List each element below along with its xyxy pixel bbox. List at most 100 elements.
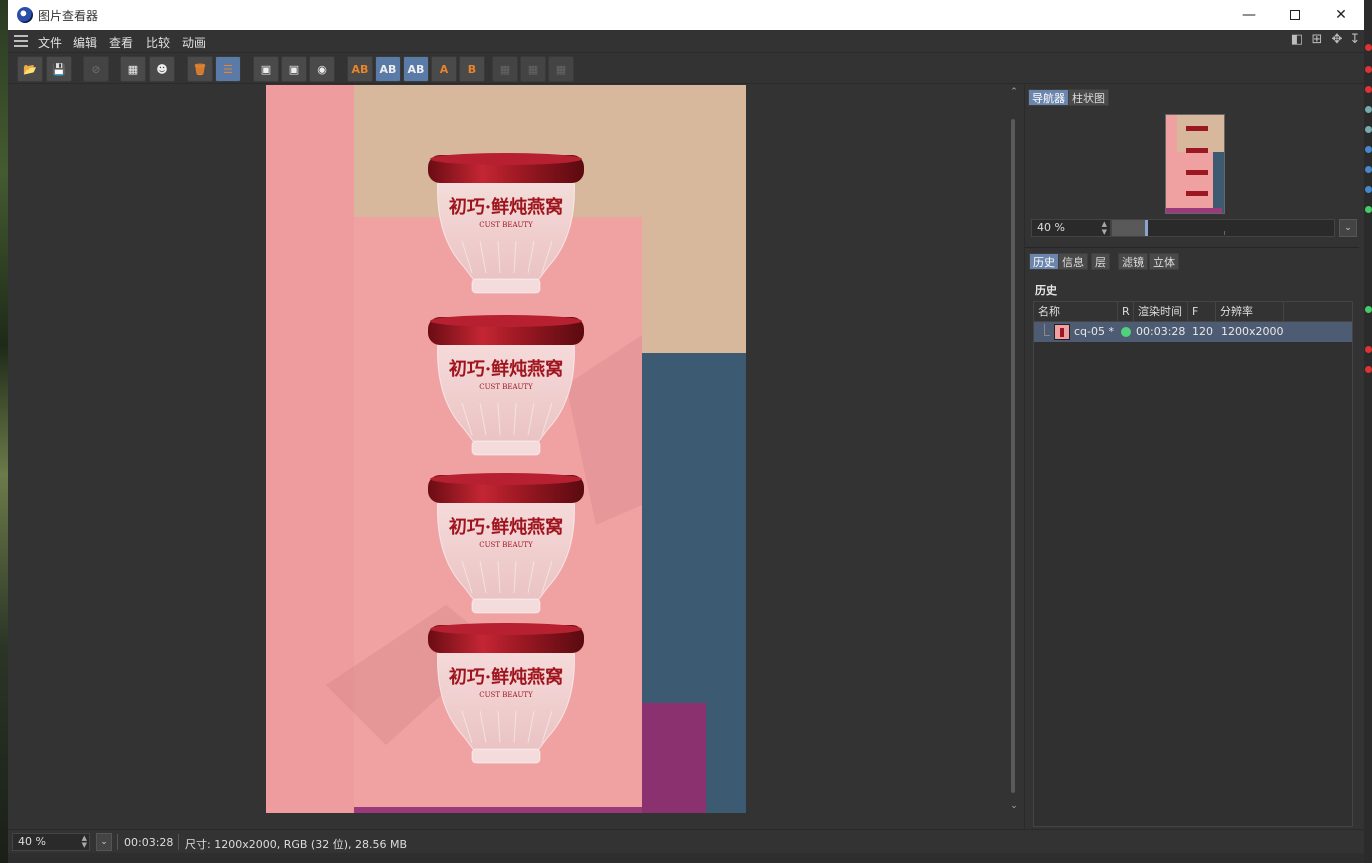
channels-button[interactable]: ◉ xyxy=(309,56,335,82)
jar-brand-text: 初巧·鲜炖燕窝 xyxy=(449,196,563,218)
rendered-image: 初巧·鲜炖燕窝 CUST BEAUTY 初巧·鲜炖燕窝 CUST BEAUTY 初巧·鲜… xyxy=(266,85,746,813)
new-window-icon[interactable]: ⊞ xyxy=(1310,33,1324,47)
app-logo-icon xyxy=(17,7,33,23)
set-b-icon: B xyxy=(467,62,477,76)
navigator-zoom-input[interactable]: 40 % ▲ ▼ xyxy=(1031,219,1111,237)
delete-history-button[interactable]: 🗑 xyxy=(187,56,213,82)
menu-view[interactable]: 查看 xyxy=(109,34,133,51)
navigator-zoom-slider[interactable] xyxy=(1111,219,1335,237)
column-header-name[interactable]: 名称 xyxy=(1034,302,1118,321)
vertical-scrollbar[interactable]: ⌃ ⌄ xyxy=(1008,85,1020,829)
zoom-slider-handle[interactable] xyxy=(1145,220,1148,236)
chevron-down-icon: ⌄ xyxy=(1344,223,1352,233)
grid-icon: ▦ xyxy=(499,62,511,76)
save-file-button[interactable]: 💾 xyxy=(46,56,72,82)
panel-layout-icon[interactable]: ◧ xyxy=(1290,33,1304,47)
table-row[interactable]: cq-05 * 00:03:28 120 1200x2000 xyxy=(1034,322,1352,342)
view-mode-1-button[interactable]: ▣ xyxy=(253,56,279,82)
column-header-frame[interactable]: F xyxy=(1188,302,1216,321)
desktop-background-bottom xyxy=(8,853,1364,863)
jar-base xyxy=(471,278,541,294)
tab-filters[interactable]: 滤镜 xyxy=(1118,253,1148,270)
side-panel: 导航器 柱状图 40 % ▲ ▼ ⌄ 历史 信息 层 滤镜 立体 历史 名称 R … xyxy=(1024,85,1359,829)
save-icon: 💾 xyxy=(52,62,66,76)
set-a-button[interactable]: A xyxy=(431,56,457,82)
spinner-icon[interactable]: ▲ ▼ xyxy=(1102,220,1107,236)
tab-layers[interactable]: 层 xyxy=(1091,253,1110,270)
eye-frame-icon: ▣ xyxy=(260,62,272,76)
hamburger-menu-icon[interactable] xyxy=(14,35,28,47)
scrollbar-thumb[interactable] xyxy=(1011,119,1015,793)
compare-ab-button[interactable]: AB xyxy=(347,56,373,82)
zoom-slider-tick xyxy=(1224,231,1225,235)
jar-brand-text: 初巧·鲜炖燕窝 xyxy=(449,666,563,688)
tab-navigator[interactable]: 导航器 xyxy=(1028,89,1069,106)
status-image-info: 尺寸: 1200x2000, RGB (32 位), 28.56 MB xyxy=(185,838,407,851)
minimize-button[interactable]: — xyxy=(1226,0,1272,30)
jar-base xyxy=(471,440,541,456)
column-header-resolution[interactable]: 分辨率 xyxy=(1216,302,1284,321)
jar-lid-top xyxy=(430,315,582,327)
spinner-icon[interactable]: ▲ ▼ xyxy=(82,835,87,849)
history-thumbnail xyxy=(1054,324,1070,340)
desktop-status-dot xyxy=(1365,186,1372,193)
column-header-render-time[interactable]: 渲染时间 xyxy=(1134,302,1188,321)
image-viewport[interactable]: 初巧·鲜炖燕窝 CUST BEAUTY 初巧·鲜炖燕窝 CUST BEAUTY 初巧·鲜… xyxy=(8,85,1008,829)
column-header-r[interactable]: R xyxy=(1118,302,1134,321)
menu-animation[interactable]: 动画 xyxy=(182,34,206,51)
menu-bar: 文件 编辑 查看 比较 动画 ◧ ⊞ ✥ ↧ xyxy=(8,30,1364,52)
scroll-down-icon[interactable]: ⌄ xyxy=(1008,801,1020,811)
menu-file[interactable]: 文件 xyxy=(38,34,62,51)
zoom-dropdown-button[interactable]: ⌄ xyxy=(1339,219,1357,237)
jar-sub-text: CUST BEAUTY xyxy=(479,541,533,549)
close-button[interactable]: ✕ xyxy=(1318,0,1364,30)
status-separator xyxy=(117,834,118,850)
navigator-thumbnail[interactable] xyxy=(1165,114,1225,214)
disabled-tool-1-button[interactable]: ▦ xyxy=(492,56,518,82)
desktop-status-dot xyxy=(1365,106,1372,113)
status-bar: 40 % ▲ ▼ ⌄ 00:03:28 尺寸: 1200x2000, RGB (3… xyxy=(8,829,1364,853)
rendered-image-canvas: 初巧·鲜炖燕窝 CUST BEAUTY 初巧·鲜炖燕窝 CUST BEAUTY 初巧·鲜… xyxy=(266,85,746,813)
tab-info[interactable]: 信息 xyxy=(1058,253,1088,270)
status-zoom-input[interactable]: 40 % ▲ ▼ xyxy=(12,833,90,851)
stop-icon: ⊘ xyxy=(91,62,101,76)
compare-overlay-button[interactable]: AB xyxy=(403,56,429,82)
history-frame: 120 xyxy=(1192,325,1213,338)
grid-icon: ▦ xyxy=(527,62,539,76)
close-icon: ✕ xyxy=(1335,7,1347,23)
ab-split-icon: AB xyxy=(379,62,397,76)
maximize-button[interactable] xyxy=(1272,0,1318,30)
desktop-status-dot xyxy=(1365,44,1372,51)
ab-compare-icon: AB xyxy=(351,62,369,76)
render-active-button[interactable]: ☻ xyxy=(149,56,175,82)
status-zoom-value: 40 % xyxy=(18,835,46,848)
open-file-button[interactable]: 📂 xyxy=(17,56,43,82)
channels-icon: ◉ xyxy=(317,62,327,76)
stop-render-button[interactable]: ⊘ xyxy=(83,56,109,82)
render-region-button[interactable]: ▦ xyxy=(120,56,146,82)
status-zoom-dropdown-button[interactable]: ⌄ xyxy=(96,833,112,851)
tab-stereo[interactable]: 立体 xyxy=(1149,253,1179,270)
set-b-button[interactable]: B xyxy=(459,56,485,82)
compare-split-button[interactable]: AB xyxy=(375,56,401,82)
view-mode-2-button[interactable]: ▣ xyxy=(281,56,307,82)
history-render-time: 00:03:28 xyxy=(1136,325,1186,338)
tab-histogram[interactable]: 柱状图 xyxy=(1068,89,1109,106)
menu-edit[interactable]: 编辑 xyxy=(73,34,97,51)
column-header-empty xyxy=(1284,302,1352,321)
move-icon[interactable]: ✥ xyxy=(1330,33,1344,47)
desktop-status-dot xyxy=(1365,126,1372,133)
history-list-button[interactable]: ☰ xyxy=(215,56,241,82)
disabled-tool-3-button[interactable]: ▦ xyxy=(548,56,574,82)
dock-icon[interactable]: ↧ xyxy=(1348,33,1362,47)
navigator-thumbnail-canvas xyxy=(1166,115,1224,213)
jar-sub-text: CUST BEAUTY xyxy=(479,383,533,391)
menu-compare[interactable]: 比较 xyxy=(146,34,170,51)
tab-history[interactable]: 历史 xyxy=(1029,253,1059,270)
disabled-tool-2-button[interactable]: ▦ xyxy=(520,56,546,82)
jar-brand-text: 初巧·鲜炖燕窝 xyxy=(449,358,563,380)
tree-branch-icon xyxy=(1044,324,1050,336)
navigator-zoom-value: 40 % xyxy=(1037,221,1065,234)
panel-divider xyxy=(1025,247,1359,248)
scroll-up-icon[interactable]: ⌃ xyxy=(1008,87,1020,97)
